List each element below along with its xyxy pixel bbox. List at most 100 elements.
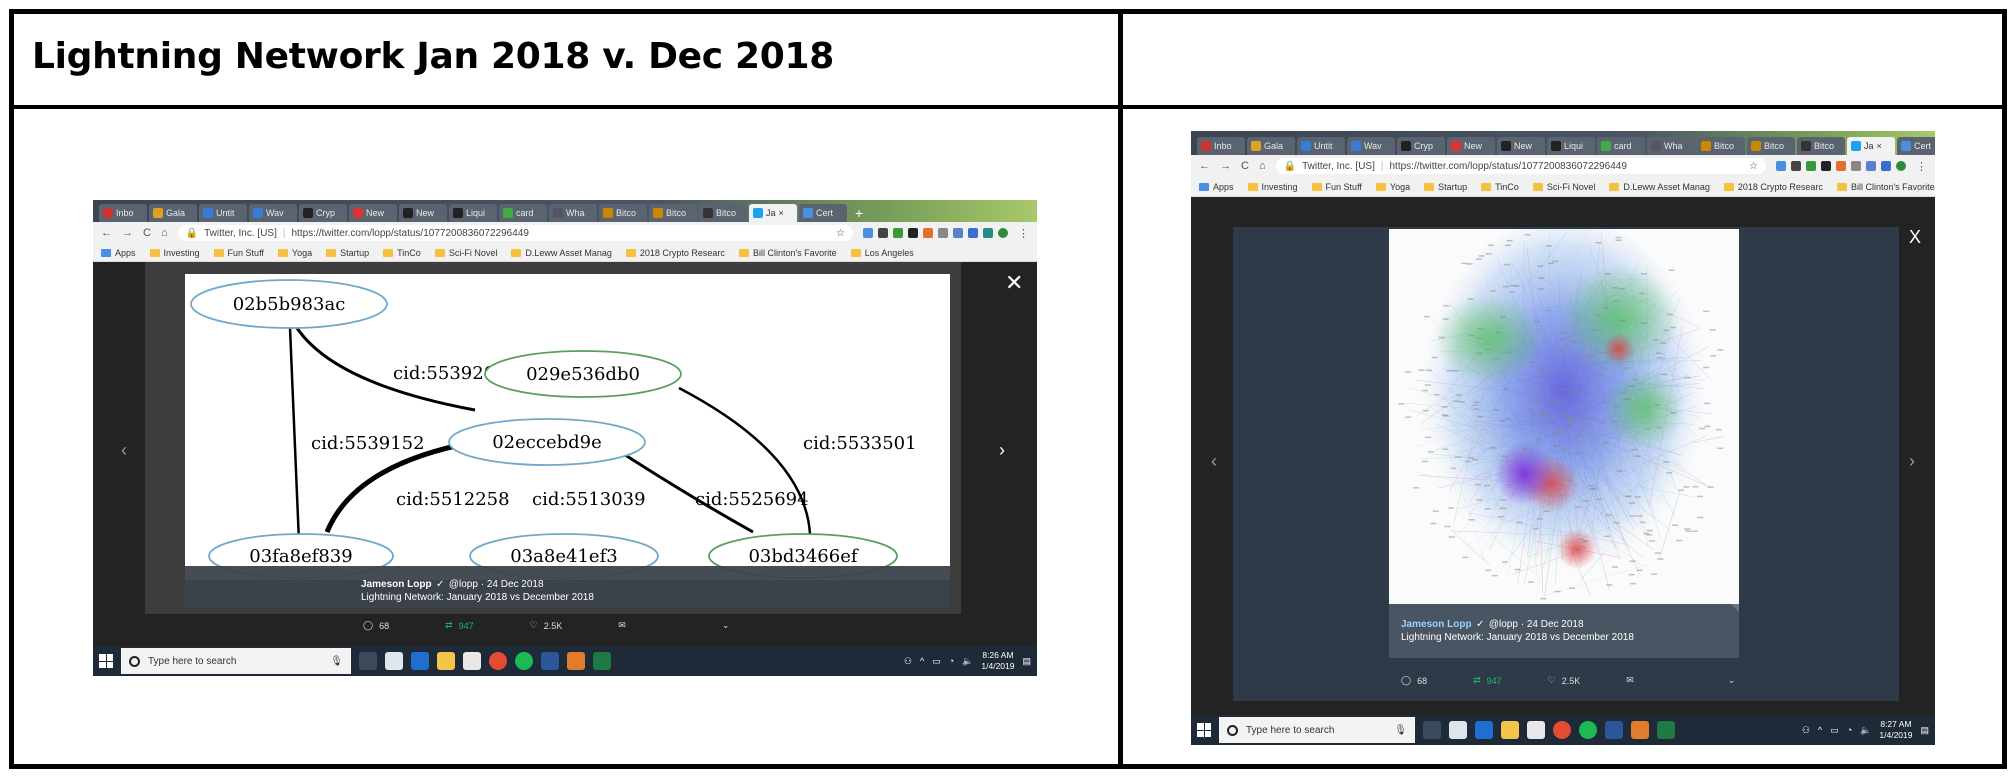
back-icon[interactable]: ←	[101, 227, 112, 239]
browser-tab[interactable]: Wav	[249, 204, 297, 222]
retweet-button[interactable]: ⇄ 947	[1473, 675, 1502, 686]
windows-start-icon[interactable]	[1197, 723, 1211, 737]
browser-tab[interactable]: Bitco	[599, 204, 647, 222]
browser-tab[interactable]: Ja ×	[1847, 137, 1895, 155]
reply-button[interactable]: ◯ 68	[1401, 675, 1427, 686]
reload-icon[interactable]: C	[1241, 160, 1249, 172]
star-icon[interactable]: ☆	[836, 228, 845, 239]
browser-tab[interactable]: card	[499, 204, 547, 222]
bookmark-item[interactable]: D.Leww Asset Manag	[1609, 182, 1710, 192]
graph-image[interactable]: cid:5539207 cid:5539152 cid:5512258 cid:…	[185, 274, 950, 580]
microphone-icon[interactable]: 🎙	[330, 656, 343, 667]
wifi-icon[interactable]: ◔	[949, 656, 954, 666]
url-input[interactable]: 🔒 Twitter, Inc. [US] | https://twitter.c…	[1275, 158, 1766, 174]
mail-app-icon[interactable]	[1449, 721, 1467, 739]
browser-tab[interactable]: Cryp	[299, 204, 347, 222]
browser-tab[interactable]: New	[399, 204, 447, 222]
windows-start-icon[interactable]	[99, 654, 113, 668]
browser-tab[interactable]: Cryp	[1397, 137, 1445, 155]
tweet-handle-date[interactable]: @lopp · 24 Dec 2018	[1489, 619, 1584, 630]
bookmark-item[interactable]: TinCo	[1481, 182, 1519, 192]
menu-icon[interactable]: ⋮	[1916, 160, 1927, 173]
excel-icon[interactable]	[593, 652, 611, 670]
edge-icon[interactable]	[411, 652, 429, 670]
more-button[interactable]: ⌄	[1728, 675, 1736, 686]
browser-tab[interactable]: Cert	[1897, 137, 1935, 155]
next-arrow-icon[interactable]: ›	[1909, 451, 1915, 472]
browser-tab[interactable]: Wha	[549, 204, 597, 222]
browser-tab[interactable]: Gala	[149, 204, 197, 222]
next-arrow-icon[interactable]: ›	[999, 440, 1005, 461]
menu-icon[interactable]: ⋮	[1018, 227, 1029, 240]
home-icon[interactable]: ⌂	[161, 227, 168, 239]
browser-tab[interactable]: Liqui	[1547, 137, 1595, 155]
chrome-icon[interactable]	[489, 652, 507, 670]
spotify-icon[interactable]	[515, 652, 533, 670]
back-icon[interactable]: ←	[1199, 160, 1210, 172]
star-icon[interactable]: ☆	[1749, 161, 1758, 172]
taskbar-search[interactable]: Type here to search 🎙	[1219, 717, 1415, 743]
bookmark-item[interactable]: 2018 Crypto Researc	[625, 248, 725, 258]
like-button[interactable]: ♡ 2.5K	[530, 620, 563, 631]
forward-icon[interactable]: →	[122, 227, 133, 239]
browser-tab[interactable]: Inbo	[1197, 137, 1245, 155]
browser-tab[interactable]: Untit	[1297, 137, 1345, 155]
file-explorer-icon[interactable]	[1501, 721, 1519, 739]
excel-icon[interactable]	[1657, 721, 1675, 739]
bookmark-item[interactable]: Yoga	[277, 248, 312, 258]
reload-icon[interactable]: C	[143, 227, 151, 239]
volume-icon[interactable]: 🔈	[962, 656, 973, 667]
app-icon[interactable]	[1631, 721, 1649, 739]
browser-tab[interactable]: Gala	[1247, 137, 1295, 155]
forward-icon[interactable]: →	[1220, 160, 1231, 172]
chrome-icon[interactable]	[1553, 721, 1571, 739]
browser-tab[interactable]: New	[349, 204, 397, 222]
store-icon[interactable]	[1527, 721, 1545, 739]
browser-tab[interactable]: Wha	[1647, 137, 1695, 155]
bookmark-item[interactable]: Apps	[1199, 182, 1234, 192]
app-icon[interactable]	[567, 652, 585, 670]
spotify-icon[interactable]	[1579, 721, 1597, 739]
bookmark-item[interactable]: Yoga	[1375, 182, 1410, 192]
people-icon[interactable]: ⚇	[904, 656, 912, 667]
word-icon[interactable]	[1605, 721, 1623, 739]
retweet-button[interactable]: ⇄ 947	[445, 620, 474, 631]
bookmark-item[interactable]: TinCo	[383, 248, 421, 258]
notifications-icon[interactable]: ▤	[1920, 725, 1929, 736]
bookmark-item[interactable]: Fun Stuff	[213, 248, 264, 258]
system-clock[interactable]: 8:27 AM 1/4/2019	[1879, 719, 1912, 741]
bookmark-item[interactable]: Sci-Fi Novel	[434, 248, 497, 258]
url-input[interactable]: 🔒 Twitter, Inc. [US] | https://twitter.c…	[177, 225, 853, 241]
store-icon[interactable]	[463, 652, 481, 670]
chevron-up-icon[interactable]: ^	[1818, 725, 1822, 735]
browser-tab[interactable]: Bitco	[699, 204, 747, 222]
people-icon[interactable]: ⚇	[1802, 725, 1810, 736]
edge-icon[interactable]	[1475, 721, 1493, 739]
microphone-icon[interactable]: 🎙	[1394, 725, 1407, 736]
tab-close-icon[interactable]: ×	[1877, 141, 1882, 151]
browser-tab[interactable]: Bitco	[1697, 137, 1745, 155]
word-icon[interactable]	[541, 652, 559, 670]
task-view-icon[interactable]	[359, 652, 377, 670]
browser-tab[interactable]: Cert	[799, 204, 847, 222]
bookmark-item[interactable]: Investing	[149, 248, 200, 258]
browser-tab[interactable]: Ja ×	[749, 204, 797, 222]
bookmark-item[interactable]: Investing	[1247, 182, 1298, 192]
bookmark-item[interactable]: Los Angeles	[850, 248, 914, 258]
browser-tab[interactable]: Bitco	[1747, 137, 1795, 155]
share-button[interactable]: ✉	[1626, 675, 1634, 686]
task-view-icon[interactable]	[1423, 721, 1441, 739]
bookmark-item[interactable]: Sci-Fi Novel	[1532, 182, 1595, 192]
bookmark-item[interactable]: Startup	[1424, 182, 1467, 192]
notifications-icon[interactable]: ▤	[1022, 656, 1031, 667]
volume-icon[interactable]: 🔈	[1860, 725, 1871, 736]
file-explorer-icon[interactable]	[437, 652, 455, 670]
reply-button[interactable]: ◯ 68	[363, 620, 389, 631]
browser-tab[interactable]: Wav	[1347, 137, 1395, 155]
bookmark-item[interactable]: 2018 Crypto Researc	[1723, 182, 1823, 192]
close-icon[interactable]: X	[1909, 227, 1921, 248]
close-icon[interactable]: ✕	[1005, 270, 1023, 296]
share-button[interactable]: ✉	[618, 620, 626, 631]
browser-tab[interactable]: card	[1597, 137, 1645, 155]
network-hairball-image[interactable]	[1389, 229, 1739, 604]
